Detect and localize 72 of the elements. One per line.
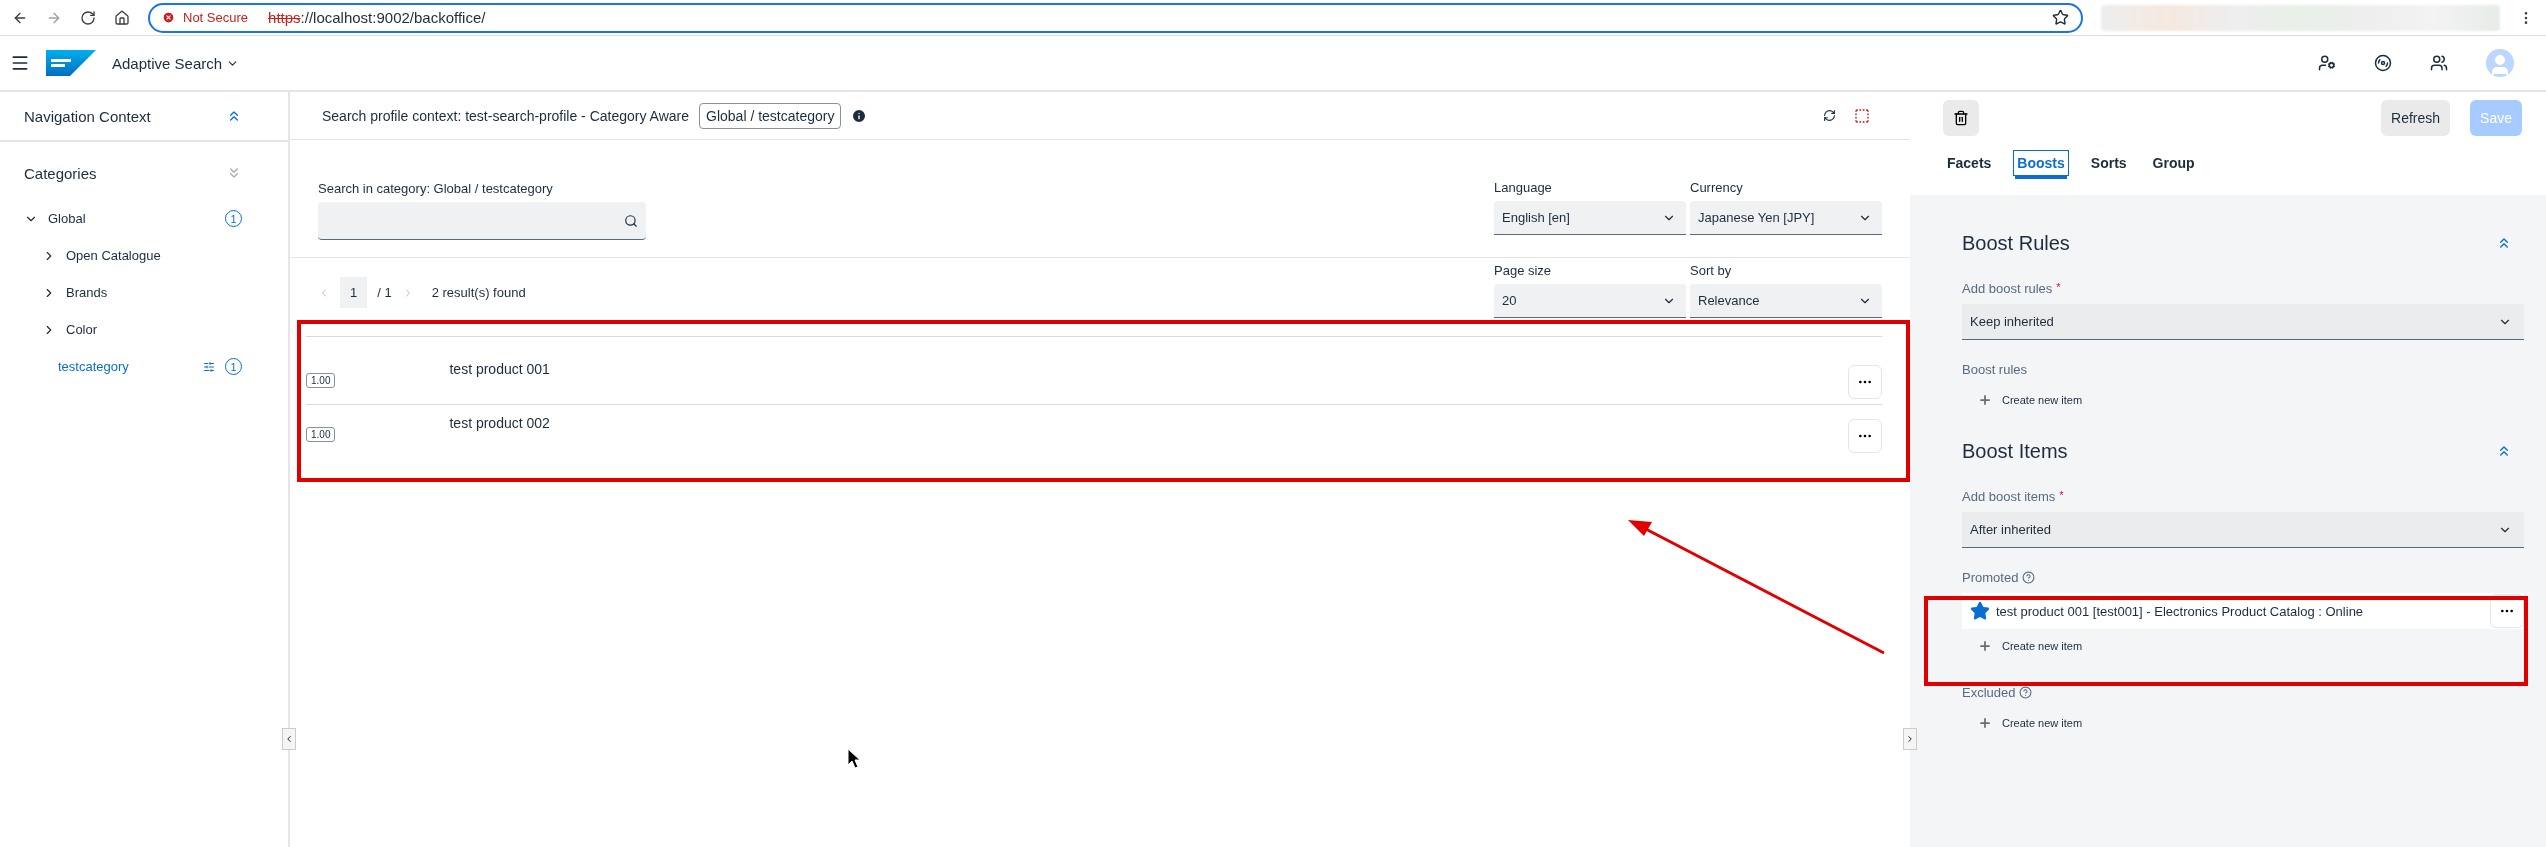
tree-item[interactable]: Open Catalogue [0, 237, 288, 274]
product-name: test product 002 [449, 415, 550, 431]
tab[interactable]: Sorts [2086, 150, 2131, 176]
create-item-button[interactable]: Create new item [1962, 633, 2524, 659]
info-icon[interactable] [851, 107, 868, 124]
url-text: https://localhost:9002/backoffice/ [268, 9, 486, 26]
dropdown[interactable]: Keep inherited [1962, 304, 2524, 340]
field-label: Add boost items * [1962, 489, 2065, 504]
dropdown[interactable]: After inherited [1962, 512, 2524, 548]
plus-icon [1978, 639, 1992, 653]
create-item-button[interactable]: Create new item [1962, 387, 2524, 413]
score-badge: 1.00 [306, 427, 336, 442]
dropdown[interactable]: 20 [1494, 284, 1686, 318]
trash-icon [1953, 110, 1969, 126]
tab[interactable]: Facets [1943, 150, 1996, 176]
tree-item[interactable]: testcategory 1 [0, 348, 288, 385]
users-icon[interactable] [2430, 54, 2448, 72]
category-chip: Global / testcategory [699, 102, 842, 129]
app-title-menu[interactable]: Adaptive Search [112, 54, 240, 72]
context-label: Search profile context: test-search-profile - Category Aware [322, 107, 690, 124]
field-label: Sort by [1690, 263, 1733, 278]
list-label: Promoted [1962, 570, 2019, 585]
dropdown[interactable]: English [en] [1494, 201, 1686, 235]
list-label: Boost rules [1962, 362, 2028, 377]
score-badge: 1.00 [306, 373, 336, 388]
item-text: test product 001 [test001] - Electronics Product Catalog : Online [1996, 603, 2364, 619]
tree-item[interactable]: Brands [0, 274, 288, 311]
plus-icon [1978, 393, 1992, 407]
collapse-handle[interactable] [282, 728, 296, 750]
panel-title: Navigation Context [24, 107, 151, 125]
field-label: Page size [1494, 263, 1553, 278]
refresh-icon[interactable] [1823, 109, 1836, 122]
list-label: Excluded [1962, 685, 2016, 700]
product-name: test product 001 [449, 361, 550, 377]
mouse-cursor-icon [847, 748, 861, 769]
home-icon[interactable] [114, 9, 130, 26]
bookmark-star-icon[interactable] [2052, 9, 2070, 26]
page-number[interactable]: 1 [340, 277, 368, 308]
help-icon[interactable] [2022, 571, 2036, 584]
field-label: Language [1494, 180, 1553, 195]
section-title: Boost Rules [1962, 231, 2070, 255]
search-label: Search in category: Global / testcategory [318, 181, 554, 196]
refresh-button[interactable]: Refresh [2381, 100, 2451, 136]
expand-handle[interactable] [1903, 728, 1917, 750]
security-label: Not Secure [183, 10, 249, 25]
warning-icon [162, 11, 175, 24]
tab[interactable]: Boosts [2013, 150, 2069, 176]
user-settings-icon[interactable] [2318, 54, 2336, 72]
tab[interactable]: Group [2148, 150, 2199, 176]
field-label: Add boost rules * [1962, 281, 2062, 296]
section-title: Boost Items [1962, 439, 2068, 463]
tree-item[interactable]: Color [0, 311, 288, 348]
plus-icon [1978, 716, 1992, 730]
page-total: / 1 [377, 285, 392, 300]
logo-icon [46, 50, 96, 76]
delete-button[interactable] [1943, 100, 1979, 136]
field-label: Currency [1690, 180, 1744, 195]
address-bar[interactable]: Not Secure https://localhost:9002/backoffice/ [148, 2, 2084, 33]
create-item-button[interactable]: Create new item [1962, 710, 2524, 736]
search-field[interactable] [318, 202, 646, 240]
dropdown[interactable]: Relevance [1690, 284, 1882, 318]
help-icon[interactable] [2019, 686, 2033, 699]
dashed-square-icon[interactable] [1854, 107, 1870, 124]
result-count: 2 result(s) found [431, 285, 526, 300]
dial-icon[interactable] [2374, 54, 2392, 72]
menu-icon[interactable] [10, 53, 30, 73]
tree-item[interactable]: Global 1 [0, 200, 288, 237]
search-icon [624, 213, 638, 228]
sliders-icon[interactable] [203, 360, 215, 373]
section-title: Categories [24, 164, 97, 182]
dropdown[interactable]: Japanese Yen [JPY] [1690, 201, 1882, 235]
reload-icon[interactable] [80, 9, 96, 26]
